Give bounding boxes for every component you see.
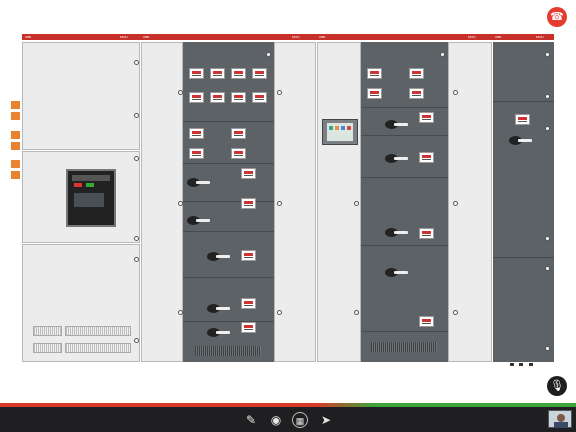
pointer-icon: ✎: [245, 413, 257, 427]
side-marker: [11, 101, 20, 109]
top-strip-mid1: ABB MNS i: [140, 34, 316, 40]
feeder-drawer[interactable]: [493, 42, 554, 102]
camera-button[interactable]: ◉: [268, 412, 284, 428]
top-strip-right: ABB MNS i: [492, 34, 554, 40]
feeder-drawer[interactable]: [493, 258, 554, 362]
side-marker: [11, 160, 20, 168]
feeder-drawer[interactable]: [183, 322, 274, 362]
gallery-button[interactable]: ▦: [292, 412, 308, 428]
feeder-drawer[interactable]: [183, 232, 274, 278]
vent-grille: [33, 343, 62, 353]
feeder-drawer[interactable]: [361, 136, 448, 178]
feeder-drawer[interactable]: [183, 164, 274, 202]
side-marker: [11, 171, 20, 179]
floor-marker: [510, 363, 514, 366]
bottom-toolbar: [0, 407, 576, 432]
model-label: MNS i: [292, 35, 301, 39]
send-button[interactable]: ➤: [318, 412, 334, 428]
switchboard: ABB MNS i ABB MNS i ABB MNS i ABB MNS i: [22, 34, 554, 362]
mute-button[interactable]: 🎙: [547, 376, 567, 396]
breaker-cabinet-bottom-door[interactable]: [22, 244, 140, 362]
feeder-drawer[interactable]: [361, 246, 448, 332]
brand-label: ABB: [319, 35, 326, 39]
floor-marker: [529, 363, 533, 366]
floor-marker: [519, 363, 523, 366]
feeder-drawer[interactable]: [493, 102, 554, 258]
side-marker: [11, 112, 20, 120]
circuit-breaker[interactable]: [66, 169, 116, 227]
self-video-thumbnail[interactable]: [548, 410, 572, 428]
feeder-drawer[interactable]: [183, 122, 274, 164]
hmi-display[interactable]: [322, 119, 358, 145]
cable-compartment: [448, 42, 492, 362]
vent-grille: [65, 326, 131, 336]
top-strip-mid2: ABB MNS i: [316, 34, 492, 40]
mcc-column-2: [361, 42, 448, 362]
meter-drawer[interactable]: [183, 42, 274, 122]
feeder-drawer[interactable]: [361, 108, 448, 136]
avatar: [557, 414, 565, 422]
breaker-cabinet-middle-door[interactable]: [22, 151, 140, 243]
send-icon: ➤: [320, 413, 332, 427]
mcc-column-3: [493, 42, 554, 362]
breaker-cabinet-top-door[interactable]: [22, 42, 140, 150]
vent-grille: [33, 326, 62, 336]
camera-icon: ◉: [270, 413, 282, 427]
brand-label: ABB: [495, 35, 502, 39]
image-icon: ▦: [295, 416, 305, 426]
end-call-button[interactable]: ☎: [547, 7, 567, 27]
vent-grille: [65, 343, 131, 353]
vent-grille: [195, 346, 261, 356]
side-marker: [11, 142, 20, 150]
brand-label: ABB: [143, 35, 150, 39]
mcc-column-1: [183, 42, 274, 362]
phone-hangup-icon: ☎: [550, 11, 564, 23]
feeder-drawer[interactable]: [361, 332, 448, 362]
feeder-drawer[interactable]: [361, 178, 448, 246]
top-strip-left: ABB MNS i: [22, 34, 140, 40]
model-label: MNS i: [536, 35, 545, 39]
model-label: MNS i: [120, 35, 129, 39]
microphone-off-icon: 🎙: [550, 380, 564, 392]
meter-drawer[interactable]: [361, 42, 448, 108]
brand-label: ABB: [25, 35, 32, 39]
cable-compartment-right: [274, 42, 316, 362]
feeder-drawer[interactable]: [183, 278, 274, 322]
model-label: MNS i: [468, 35, 477, 39]
feeder-drawer[interactable]: [183, 198, 274, 232]
vent-grille: [371, 342, 437, 352]
cable-compartment-left: [141, 42, 183, 362]
control-compartment: [317, 42, 361, 362]
side-marker: [11, 131, 20, 139]
pointer-button[interactable]: ✎: [243, 412, 259, 428]
